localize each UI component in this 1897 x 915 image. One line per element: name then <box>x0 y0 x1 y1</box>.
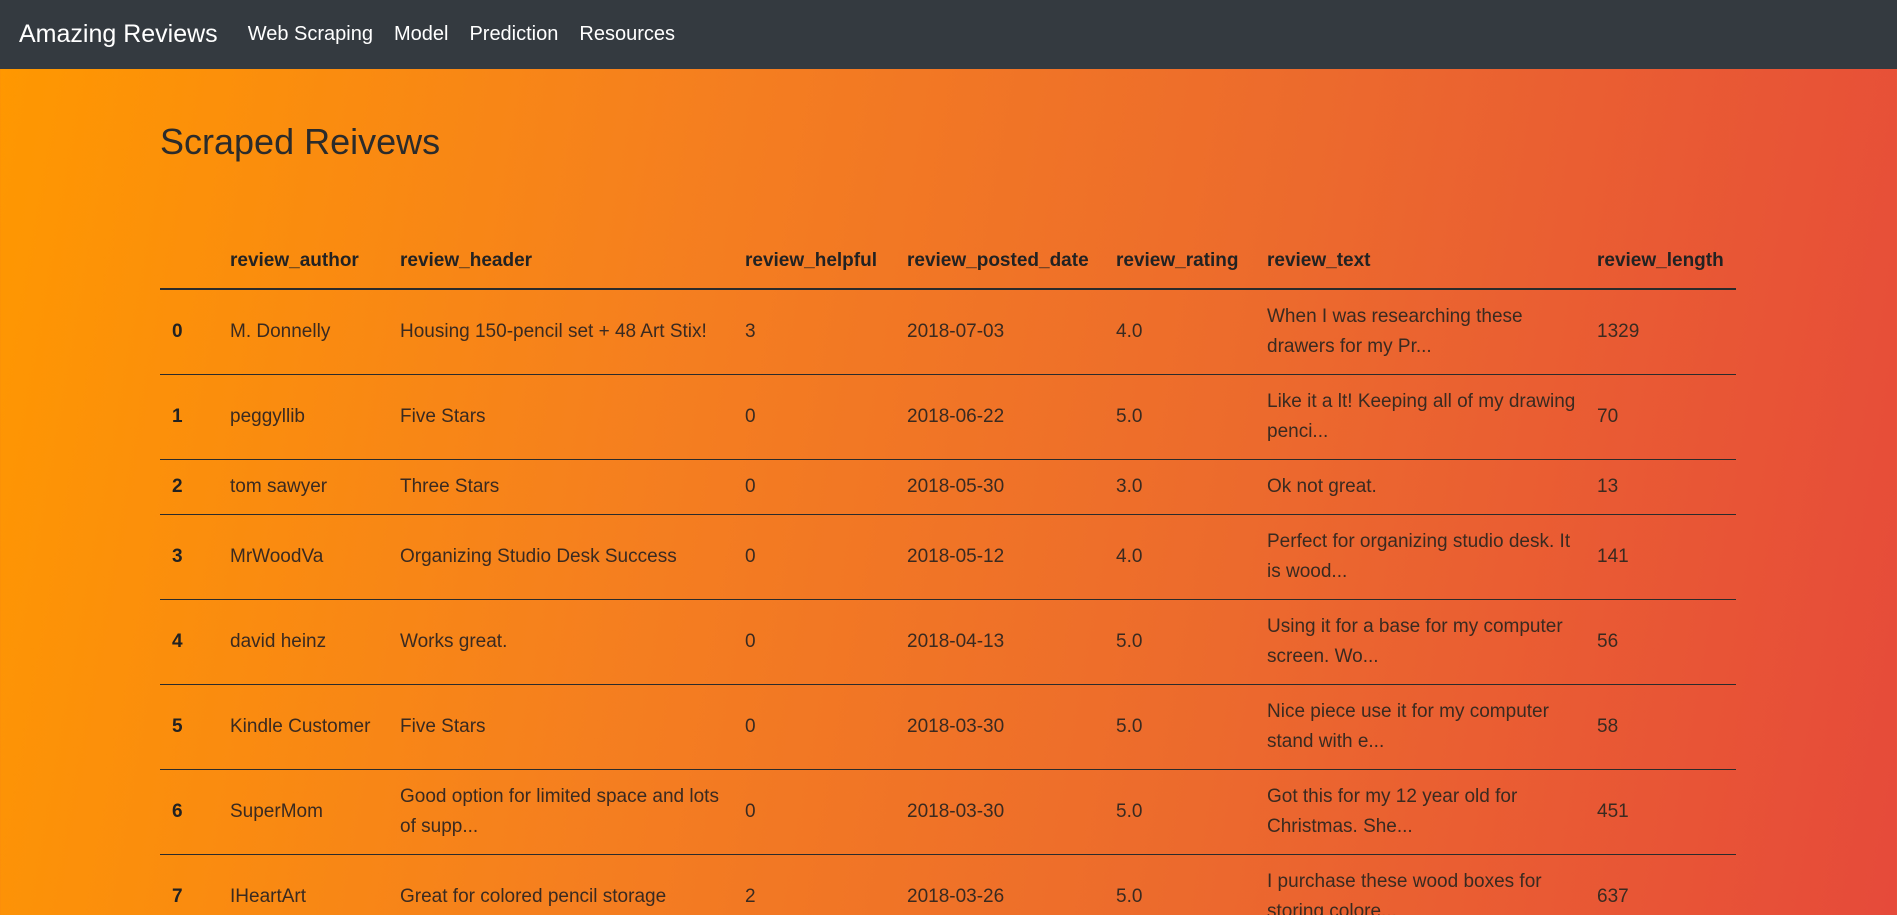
review-author-cell: peggyllib <box>220 374 390 460</box>
top-navbar: Amazing Reviews Web Scraping Model Predi… <box>0 0 1897 69</box>
nav-model[interactable]: Model <box>394 23 448 46</box>
review-posted-date-cell: 2018-03-26 <box>897 854 1106 915</box>
row-index: 7 <box>160 854 220 915</box>
table-row: 4 david heinz Works great. 0 2018-04-13 … <box>160 599 1736 685</box>
review-posted-date-cell: 2018-04-13 <box>897 599 1106 685</box>
review-helpful-cell: 0 <box>735 599 897 685</box>
brand-link[interactable]: Amazing Reviews <box>19 20 218 49</box>
review-posted-date-cell: 2018-05-12 <box>897 514 1106 600</box>
row-index: 2 <box>160 459 220 515</box>
review-text-cell: Got this for my 12 year old for Christma… <box>1257 769 1587 855</box>
review-header-cell: Housing 150-pencil set + 48 Art Stix! <box>390 289 735 375</box>
review-helpful-cell: 0 <box>735 769 897 855</box>
review-header-cell: Five Stars <box>390 374 735 460</box>
review-header-cell: Great for colored pencil storage <box>390 854 735 915</box>
review-rating-cell: 5.0 <box>1106 684 1257 770</box>
row-index: 5 <box>160 684 220 770</box>
review-length-cell: 141 <box>1587 514 1736 600</box>
row-index: 1 <box>160 374 220 460</box>
review-length-cell: 451 <box>1587 769 1736 855</box>
row-index: 3 <box>160 514 220 600</box>
column-header-review-text: review_text <box>1257 234 1587 290</box>
review-posted-date-cell: 2018-03-30 <box>897 684 1106 770</box>
review-length-cell: 56 <box>1587 599 1736 685</box>
review-length-cell: 70 <box>1587 374 1736 460</box>
row-index: 0 <box>160 289 220 375</box>
column-header-review-helpful: review_helpful <box>735 234 897 290</box>
review-text-cell: Perfect for organizing studio desk. It i… <box>1257 514 1587 600</box>
review-author-cell: tom sawyer <box>220 459 390 515</box>
review-length-cell: 1329 <box>1587 289 1736 375</box>
review-rating-cell: 5.0 <box>1106 854 1257 915</box>
table-row: 3 MrWoodVa Organizing Studio Desk Succes… <box>160 514 1736 600</box>
table-row: 5 Kindle Customer Five Stars 0 2018-03-3… <box>160 684 1736 770</box>
review-header-cell: Good option for limited space and lots o… <box>390 769 735 855</box>
table-row: 1 peggyllib Five Stars 0 2018-06-22 5.0 … <box>160 374 1736 460</box>
review-helpful-cell: 3 <box>735 289 897 375</box>
review-author-cell: IHeartArt <box>220 854 390 915</box>
table-row: 7 IHeartArt Great for colored pencil sto… <box>160 854 1736 915</box>
review-rating-cell: 5.0 <box>1106 599 1257 685</box>
review-helpful-cell: 0 <box>735 459 897 515</box>
review-author-cell: Kindle Customer <box>220 684 390 770</box>
review-helpful-cell: 2 <box>735 854 897 915</box>
table-row: 2 tom sawyer Three Stars 0 2018-05-30 3.… <box>160 459 1736 515</box>
review-posted-date-cell: 2018-03-30 <box>897 769 1106 855</box>
review-author-cell: SuperMom <box>220 769 390 855</box>
review-rating-cell: 4.0 <box>1106 289 1257 375</box>
nav-web-scraping[interactable]: Web Scraping <box>248 23 373 46</box>
review-header-cell: Organizing Studio Desk Success <box>390 514 735 600</box>
review-text-cell: Using it for a base for my computer scre… <box>1257 599 1587 685</box>
reviews-table: review_author review_header review_helpf… <box>160 234 1736 915</box>
review-length-cell: 58 <box>1587 684 1736 770</box>
review-rating-cell: 4.0 <box>1106 514 1257 600</box>
review-text-cell: Nice piece use it for my computer stand … <box>1257 684 1587 770</box>
review-helpful-cell: 0 <box>735 374 897 460</box>
table-row: 0 M. Donnelly Housing 150-pencil set + 4… <box>160 289 1736 375</box>
table-row: 6 SuperMom Good option for limited space… <box>160 769 1736 855</box>
review-posted-date-cell: 2018-06-22 <box>897 374 1106 460</box>
review-rating-cell: 3.0 <box>1106 459 1257 515</box>
column-header-index <box>160 234 220 290</box>
review-header-cell: Five Stars <box>390 684 735 770</box>
review-helpful-cell: 0 <box>735 514 897 600</box>
column-header-review-author: review_author <box>220 234 390 290</box>
review-text-cell: Like it a lt! Keeping all of my drawing … <box>1257 374 1587 460</box>
review-posted-date-cell: 2018-05-30 <box>897 459 1106 515</box>
review-rating-cell: 5.0 <box>1106 374 1257 460</box>
column-header-review-rating: review_rating <box>1106 234 1257 290</box>
review-length-cell: 637 <box>1587 854 1736 915</box>
review-posted-date-cell: 2018-07-03 <box>897 289 1106 375</box>
review-header-cell: Works great. <box>390 599 735 685</box>
review-author-cell: M. Donnelly <box>220 289 390 375</box>
review-text-cell: I purchase these wood boxes for storing … <box>1257 854 1587 915</box>
table-header-row: review_author review_header review_helpf… <box>160 234 1736 290</box>
nav-prediction[interactable]: Prediction <box>469 23 558 46</box>
page-title: Scraped Reivews <box>160 121 441 162</box>
nav-resources[interactable]: Resources <box>579 23 675 46</box>
column-header-review-length: review_length <box>1587 234 1736 290</box>
review-header-cell: Three Stars <box>390 459 735 515</box>
review-author-cell: david heinz <box>220 599 390 685</box>
row-index: 4 <box>160 599 220 685</box>
review-rating-cell: 5.0 <box>1106 769 1257 855</box>
review-helpful-cell: 0 <box>735 684 897 770</box>
review-length-cell: 13 <box>1587 459 1736 515</box>
review-text-cell: When I was researching these drawers for… <box>1257 289 1587 375</box>
review-author-cell: MrWoodVa <box>220 514 390 600</box>
row-index: 6 <box>160 769 220 855</box>
column-header-review-posted-date: review_posted_date <box>897 234 1106 290</box>
review-text-cell: Ok not great. <box>1257 459 1587 515</box>
column-header-review-header: review_header <box>390 234 735 290</box>
